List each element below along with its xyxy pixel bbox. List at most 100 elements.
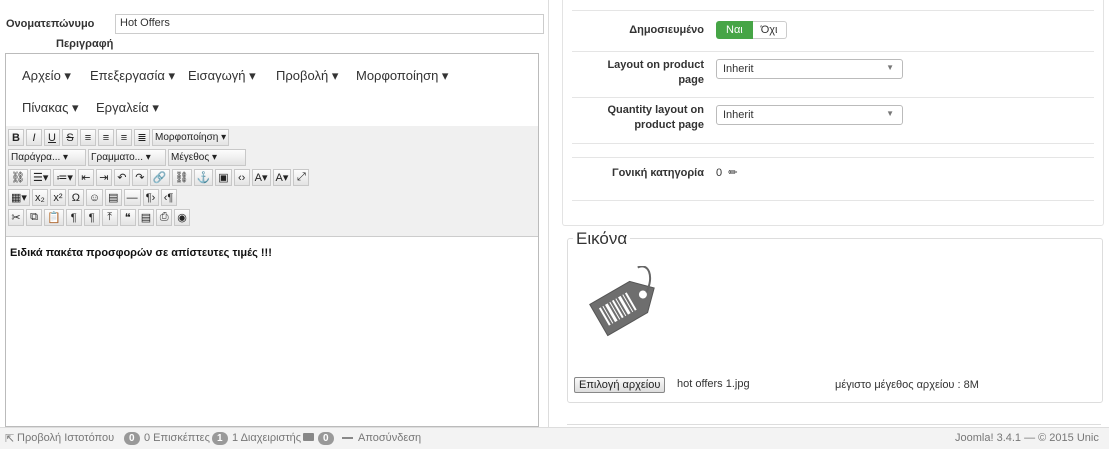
subscript-icon[interactable]: x₂ [31, 189, 48, 206]
special-char-icon[interactable]: Ω [67, 189, 84, 206]
row-divider [572, 10, 1094, 11]
row-divider [572, 97, 1094, 98]
published-no-button[interactable]: Όχι [752, 21, 787, 39]
layout-label-line2: page [678, 74, 704, 86]
size-dropdown[interactable]: Μέγεθος ▾ [168, 149, 246, 166]
row-divider [572, 51, 1094, 52]
pencil-icon[interactable]: ✏ [728, 167, 737, 179]
redo-icon[interactable]: ↷ [131, 169, 148, 186]
rich-text-editor: Αρχείο ▾ Επεξεργασία ▾ Εισαγωγή ▾ Προβολ… [5, 53, 539, 427]
editor-content[interactable]: Ειδικά πακέτα προσφορών σε απίστευτες τι… [10, 247, 530, 259]
table-icon[interactable]: ▦▾ [8, 189, 30, 206]
print-icon[interactable]: ⎙ [156, 209, 173, 226]
link-icon[interactable]: 🔗 [149, 169, 170, 186]
align-right-icon[interactable]: ≡ [116, 129, 132, 146]
unlink-icon[interactable]: ⛓ [171, 169, 192, 186]
view-site-link[interactable]: Προβολή Ιστοτόπου [17, 432, 114, 444]
paragraph-dropdown[interactable]: Παράγρα... ▾ [8, 149, 86, 166]
italic-button[interactable]: I [26, 129, 42, 146]
fullscreen-icon[interactable]: ⤢ [293, 169, 310, 186]
bullet-list-icon[interactable]: ☰▾ [29, 169, 52, 186]
copy-icon[interactable]: ⧉ [26, 209, 42, 226]
qty-layout-select-value: Inherit [723, 109, 754, 121]
qty-layout-label: Quantity layout on product page [572, 103, 704, 133]
name-label: Ονοματεπώνυμο [6, 18, 95, 30]
file-name: hot offers 1.jpg [677, 378, 750, 390]
status-bar: ⇱ Προβολή Ιστοτόπου 0 0 Επισκέπτες 1 1 Δ… [0, 427, 1109, 449]
undo-icon[interactable]: ↶ [113, 169, 130, 186]
envelope-icon [303, 433, 314, 441]
emoticon-icon[interactable]: ☺ [85, 189, 104, 206]
preview-icon[interactable]: ◉ [174, 209, 191, 226]
logout-link[interactable]: Αποσύνδεση [358, 432, 421, 444]
code-icon[interactable]: ‹› [233, 169, 250, 186]
row-divider [572, 143, 1094, 144]
numbered-list-icon[interactable]: ≔▾ [53, 169, 76, 186]
chevron-down-icon: ▼ [886, 63, 894, 72]
find-icon[interactable]: ⛓ [8, 169, 28, 186]
cut-icon[interactable]: ✂ [8, 209, 24, 226]
layout-select-value: Inherit [723, 63, 754, 75]
menu-edit[interactable]: Επεξεργασία ▾ [90, 68, 175, 84]
align-left-icon[interactable]: ≡ [80, 129, 96, 146]
published-yes-button[interactable]: Ναι [716, 21, 753, 39]
messages-badge: 0 [318, 432, 334, 445]
paste-icon[interactable]: 📋 [44, 209, 64, 226]
parent-category-number: 0 [716, 167, 723, 179]
show-blocks-icon[interactable]: ¶ [65, 209, 82, 226]
menu-tools[interactable]: Εργαλεία ▾ [96, 100, 159, 116]
qty-layout-select[interactable]: Inherit ▼ [716, 105, 903, 125]
strikethrough-button[interactable]: S [62, 129, 78, 146]
indent-icon[interactable]: ⇥ [95, 169, 112, 186]
choose-file-button[interactable]: Επιλογή αρχείου [574, 377, 666, 393]
media-icon[interactable]: ▤ [105, 189, 122, 206]
rtl-icon[interactable]: ‹¶ [160, 189, 177, 206]
admins-badge: 1 [212, 432, 228, 445]
ltr-icon[interactable]: ¶› [142, 189, 159, 206]
editor-toolbars: B I U S ≡ ≡ ≡ ≣ Μορφοποίηση ▾ Παράγρα...… [6, 126, 538, 237]
name-input[interactable]: Hot Offers [115, 14, 544, 34]
description-label: Περιγραφή [56, 38, 114, 50]
qty-layout-label-line1: Quantity layout on [607, 104, 704, 116]
max-file-size: μέγιστο μέγεθος αρχείου : 8M [835, 379, 979, 391]
align-justify-icon[interactable]: ≣ [134, 129, 150, 146]
layout-select[interactable]: Inherit ▼ [716, 59, 903, 79]
published-label: Δημοσιευμένο [629, 24, 704, 36]
font-dropdown[interactable]: Γραμματο... ▾ [88, 149, 166, 166]
align-center-icon[interactable]: ≡ [98, 129, 114, 146]
image-legend: Εικόνα [573, 229, 631, 249]
logout-dash-icon [342, 437, 353, 439]
column-divider [548, 0, 549, 427]
text-color-icon[interactable]: A▾ [251, 169, 271, 186]
menu-format[interactable]: Μορφοποίηση ▾ [356, 68, 448, 84]
bold-button[interactable]: B [8, 129, 24, 146]
row-divider [572, 157, 1094, 158]
format-dropdown[interactable]: Μορφοποίηση ▾ [152, 129, 230, 146]
visitors-badge: 0 [124, 432, 140, 445]
admins-text[interactable]: 1 Διαχειριστής [232, 432, 301, 444]
parent-category-value: 0 ✏ [716, 166, 737, 179]
template-icon[interactable]: ▤ [137, 209, 155, 226]
anchor-icon[interactable]: ⚓ [193, 169, 214, 186]
editor-menubar: Αρχείο ▾ Επεξεργασία ▾ Εισαγωγή ▾ Προβολ… [6, 54, 538, 127]
underline-button[interactable]: U [44, 129, 60, 146]
parent-category-label: Γονική κατηγορία [611, 167, 704, 179]
outdent-icon[interactable]: ⇤ [77, 169, 94, 186]
superscript-icon[interactable]: x² [49, 189, 66, 206]
menu-file[interactable]: Αρχείο ▾ [22, 68, 71, 84]
upload-icon[interactable]: ⤒ [101, 209, 118, 226]
blockquote-icon[interactable]: ❝ [119, 209, 136, 226]
menu-table[interactable]: Πίνακας ▾ [22, 100, 79, 116]
price-tag-image [589, 266, 655, 337]
horizontal-rule-icon[interactable]: — [123, 189, 141, 206]
background-color-icon[interactable]: A▾ [272, 169, 292, 186]
visual-chars-icon[interactable]: ¶ [83, 209, 100, 226]
visitors-text[interactable]: 0 Επισκέπτες [144, 432, 210, 444]
published-toggle[interactable]: Ναι Όχι [716, 21, 787, 39]
menu-insert[interactable]: Εισαγωγή ▾ [188, 68, 256, 84]
qty-layout-label-line2: product page [634, 119, 704, 131]
image-icon[interactable]: ▣ [215, 169, 232, 186]
layout-label-line1: Layout on product [607, 59, 704, 71]
menu-view[interactable]: Προβολή ▾ [276, 68, 338, 84]
layout-label: Layout on product page [572, 58, 704, 88]
